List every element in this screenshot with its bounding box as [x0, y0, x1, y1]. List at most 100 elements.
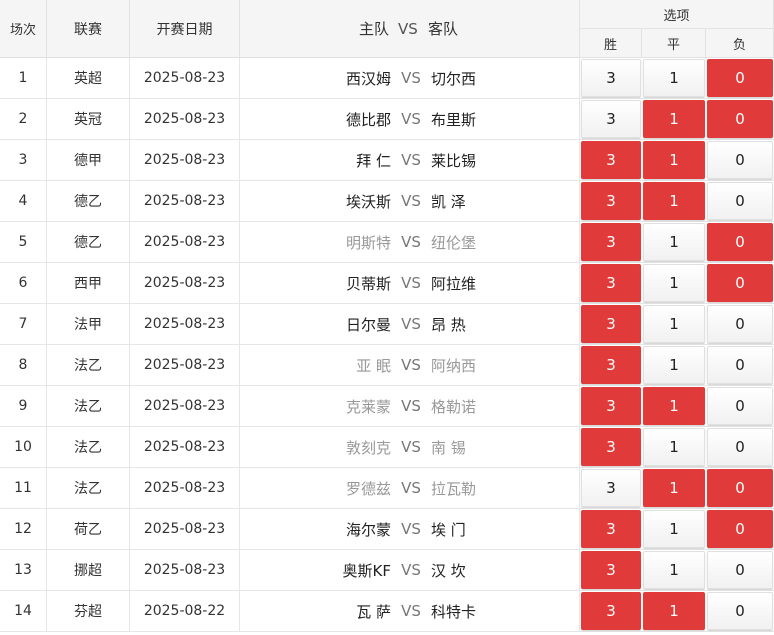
option-win-button[interactable]: 3: [581, 387, 641, 425]
home-team: 奥斯KF: [342, 561, 391, 580]
option-loss-button[interactable]: 0: [707, 510, 773, 548]
option-win-button[interactable]: 3: [581, 592, 641, 630]
option-win-button[interactable]: 3: [581, 510, 641, 548]
away-team: 凯 泽: [425, 181, 580, 221]
option-draw-button[interactable]: 1: [643, 387, 705, 425]
option-win-button[interactable]: 3: [581, 264, 641, 302]
away-team: 科特卡: [425, 591, 580, 631]
match-no: 6: [0, 263, 47, 303]
option-win-button[interactable]: 3: [581, 305, 641, 343]
option-win-button[interactable]: 3: [581, 469, 641, 507]
option-draw-button[interactable]: 1: [643, 141, 705, 179]
match-date: 2025-08-23: [130, 263, 240, 303]
home-team: 瓦 萨: [356, 602, 391, 621]
option-win-button[interactable]: 3: [581, 223, 641, 261]
away-team: 格勒诺: [425, 386, 580, 426]
option-draw-button[interactable]: 1: [643, 305, 705, 343]
option-loss-button[interactable]: 0: [707, 59, 773, 97]
header-draw: 平: [642, 29, 706, 58]
header-match-no: 场次: [0, 0, 47, 58]
match-no: 5: [0, 222, 47, 262]
option-loss-button[interactable]: 0: [707, 100, 773, 138]
header-win-label: 胜: [603, 37, 617, 53]
table-row: 8 法乙 2025-08-23 亚 眠 VS 阿纳西 3 1 0: [0, 345, 774, 386]
header-date-label: 开赛日期: [156, 21, 213, 38]
away-team: 切尔西: [425, 58, 580, 98]
option-draw-button[interactable]: 1: [643, 592, 705, 630]
match-date: 2025-08-23: [130, 99, 240, 139]
option-loss-button[interactable]: 0: [707, 305, 773, 343]
option-win-button[interactable]: 3: [581, 428, 641, 466]
away-team: 莱比锡: [425, 140, 580, 180]
option-draw-button[interactable]: 1: [643, 182, 705, 220]
table-row: 2 英冠 2025-08-23 德比郡 VS 布里斯 3 1 0: [0, 99, 774, 140]
vs-label: VS: [401, 520, 421, 538]
home-team: 敦刻克: [345, 438, 391, 457]
option-win-button[interactable]: 3: [581, 182, 641, 220]
match-no: 13: [0, 550, 47, 590]
option-draw-button[interactable]: 1: [643, 346, 705, 384]
vs-label: VS: [401, 151, 421, 169]
table-row: 4 德乙 2025-08-23 埃沃斯 VS 凯 泽310: [0, 181, 774, 222]
option-loss-button[interactable]: 0: [707, 428, 773, 466]
header-match-no-label: 场次: [9, 23, 36, 38]
vs-label: VS: [401, 274, 421, 292]
option-draw-button[interactable]: 1: [643, 264, 705, 302]
table-row: 7 法甲 2025-08-23 日尔曼 VS 昂 热310: [0, 304, 774, 345]
option-loss-button[interactable]: 0: [707, 387, 773, 425]
option-win-button[interactable]: 3: [581, 59, 641, 97]
header-draw-label: 平: [666, 37, 680, 53]
option-loss-button[interactable]: 0: [707, 141, 773, 179]
match-no: 9: [0, 386, 47, 426]
table-row: 13 挪超 2025-08-23 奥斯KF VS 汉 坎310: [0, 550, 774, 591]
match-no: 2: [0, 99, 47, 139]
header-home-label: 主队: [358, 20, 389, 38]
option-loss-button[interactable]: 0: [707, 264, 773, 302]
table-row: 6 西甲 2025-08-23 贝蒂斯 VS 阿拉维 3 1 0: [0, 263, 774, 304]
option-win-button[interactable]: 3: [581, 100, 641, 138]
option-loss-button[interactable]: 0: [707, 223, 773, 261]
vs-label: VS: [401, 69, 421, 87]
league-name: 挪超: [47, 550, 130, 590]
option-win-button[interactable]: 3: [581, 551, 641, 589]
home-team: 埃沃斯: [345, 192, 391, 211]
home-team: 亚 眠: [356, 356, 391, 375]
header-away-label: 客队: [428, 20, 459, 38]
league-name: 法乙: [47, 345, 130, 385]
match-no: 3: [0, 140, 47, 180]
header-teams: 主队 VS 客队: [240, 0, 580, 58]
away-team: 昂 热: [425, 304, 580, 344]
league-name: 荷乙: [47, 509, 130, 549]
vs-label: VS: [401, 602, 421, 620]
option-win-button[interactable]: 3: [581, 346, 641, 384]
home-team: 西汉姆: [345, 69, 391, 88]
header-loss: 负: [706, 29, 774, 58]
vs-label: VS: [401, 233, 421, 251]
table-row: 10 法乙 2025-08-23 敦刻克 VS 南 锡310: [0, 427, 774, 468]
option-draw-button[interactable]: 1: [643, 100, 705, 138]
header-league-label: 联赛: [74, 21, 102, 38]
away-team: 汉 坎: [425, 550, 580, 590]
vs-label: VS: [401, 356, 421, 374]
league-name: 西甲: [47, 263, 130, 303]
vs-label: VS: [401, 479, 421, 497]
option-draw-button[interactable]: 1: [643, 510, 705, 548]
away-team: 纽伦堡: [425, 222, 580, 262]
league-name: 法乙: [47, 386, 130, 426]
option-draw-button[interactable]: 1: [643, 428, 705, 466]
option-loss-button[interactable]: 0: [707, 346, 773, 384]
option-draw-button[interactable]: 1: [643, 469, 705, 507]
option-draw-button[interactable]: 1: [643, 223, 705, 261]
option-draw-button[interactable]: 1: [643, 551, 705, 589]
match-date: 2025-08-22: [130, 591, 240, 631]
option-loss-button[interactable]: 0: [707, 182, 773, 220]
header-date: 开赛日期: [130, 0, 240, 58]
option-win-button[interactable]: 3: [581, 141, 641, 179]
option-loss-button[interactable]: 0: [707, 551, 773, 589]
match-no: 4: [0, 181, 47, 221]
option-loss-button[interactable]: 0: [707, 469, 773, 507]
option-draw-button[interactable]: 1: [643, 59, 705, 97]
match-date: 2025-08-23: [130, 468, 240, 508]
table-row: 5 德乙 2025-08-23 明斯特 VS 纽伦堡 3 1 0: [0, 222, 774, 263]
option-loss-button[interactable]: 0: [707, 592, 773, 630]
